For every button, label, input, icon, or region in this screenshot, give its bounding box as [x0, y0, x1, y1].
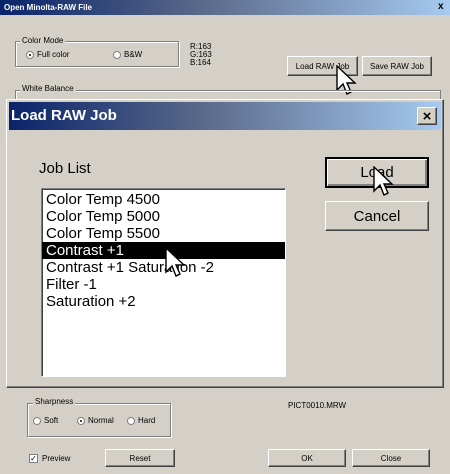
pointer-cursor-icon	[373, 166, 394, 196]
radio-bw[interactable]: B&W	[113, 50, 142, 59]
save-raw-job-button[interactable]: Save RAW Job	[362, 56, 432, 76]
filename-label: PICT0010.MRW	[288, 401, 347, 410]
pointer-cursor-icon	[165, 247, 186, 277]
job-list-item[interactable]: Contrast +1	[42, 242, 285, 259]
radio-hard-label: Hard	[138, 416, 156, 425]
radio-full-color-label: Full color	[37, 50, 70, 59]
radio-full-color[interactable]: Full color	[26, 50, 69, 59]
color-mode-label: Color Mode	[20, 36, 66, 45]
radio-bw-label: B&W	[124, 50, 143, 59]
rgb-readout: R:163 G:163 B:164	[190, 43, 212, 67]
preview-checkbox-box[interactable]: ✓	[29, 454, 38, 464]
radio-soft-indicator[interactable]	[33, 416, 41, 425]
job-list-item[interactable]: Color Temp 5000	[46, 208, 285, 225]
job-list-item[interactable]: Color Temp 4500	[46, 191, 285, 208]
rgb-b: B:164	[190, 58, 211, 67]
job-list-item[interactable]: Color Temp 5500	[46, 225, 285, 242]
radio-hard[interactable]: Hard	[127, 416, 155, 425]
dialog-title: Load RAW Job	[11, 107, 117, 124]
radio-bw-indicator[interactable]	[113, 50, 121, 59]
main-title-bar: Open Minolta-RAW File	[0, 0, 450, 15]
radio-normal[interactable]: Normal	[77, 416, 114, 425]
dialog-close-icon[interactable]: ×	[417, 107, 437, 125]
radio-full-color-indicator[interactable]	[26, 50, 34, 59]
dialog-title-bar: Load RAW Job	[9, 102, 441, 130]
reset-button[interactable]: Reset	[105, 449, 175, 467]
job-list[interactable]: Color Temp 4500 Color Temp 5000 Color Temp…	[41, 188, 286, 377]
radio-normal-label: Normal	[88, 416, 114, 425]
white-balance-label: White Balance	[20, 84, 76, 93]
preview-checkbox[interactable]: ✓ Preview	[29, 454, 71, 464]
main-title: Open Minolta-RAW File	[4, 3, 92, 12]
sharpness-label: Sharpness	[33, 397, 76, 406]
job-list-item[interactable]: Saturation +2	[46, 293, 285, 310]
radio-soft[interactable]: Soft	[33, 416, 58, 425]
close-button[interactable]: Close	[352, 449, 430, 467]
load-raw-job-dialog: Load RAW Job × Job List Color Temp 4500 C…	[6, 99, 444, 388]
main-close-icon[interactable]: x	[438, 1, 448, 13]
radio-soft-label: Soft	[44, 416, 59, 425]
radio-hard-indicator[interactable]	[127, 416, 135, 425]
radio-normal-indicator[interactable]	[77, 416, 85, 425]
cancel-button[interactable]: Cancel	[325, 201, 429, 231]
job-list-label: Job List	[39, 160, 91, 177]
ok-button[interactable]: OK	[268, 449, 346, 467]
preview-label: Preview	[42, 454, 71, 463]
